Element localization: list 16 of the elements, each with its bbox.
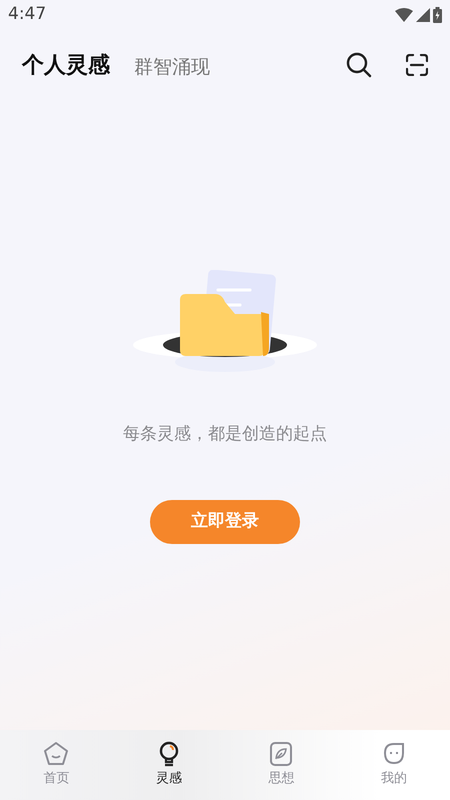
nav-tab[interactable]: 灵感 <box>112 730 225 800</box>
search-icon[interactable] <box>346 52 372 78</box>
scan-icon[interactable] <box>406 54 428 76</box>
empty-message: 每条灵感，都是创造的起点 <box>123 423 327 446</box>
status-time: 4:47 <box>8 3 46 26</box>
nav-tab[interactable]: 我的 <box>338 730 450 800</box>
wifi-icon <box>395 8 413 22</box>
nav-tab[interactable]: 思想 <box>225 730 338 800</box>
top-tab[interactable]: 个人灵感 <box>22 48 110 82</box>
nav-tab[interactable]: 首页 <box>0 730 112 800</box>
top-tab[interactable]: 群智涌现 <box>134 53 210 82</box>
leaf-icon <box>268 741 294 768</box>
battery-icon <box>433 7 442 23</box>
signal-icon <box>416 8 430 22</box>
pentagon-icon <box>43 741 70 768</box>
login-button[interactable]: 立即登录 <box>150 500 300 544</box>
